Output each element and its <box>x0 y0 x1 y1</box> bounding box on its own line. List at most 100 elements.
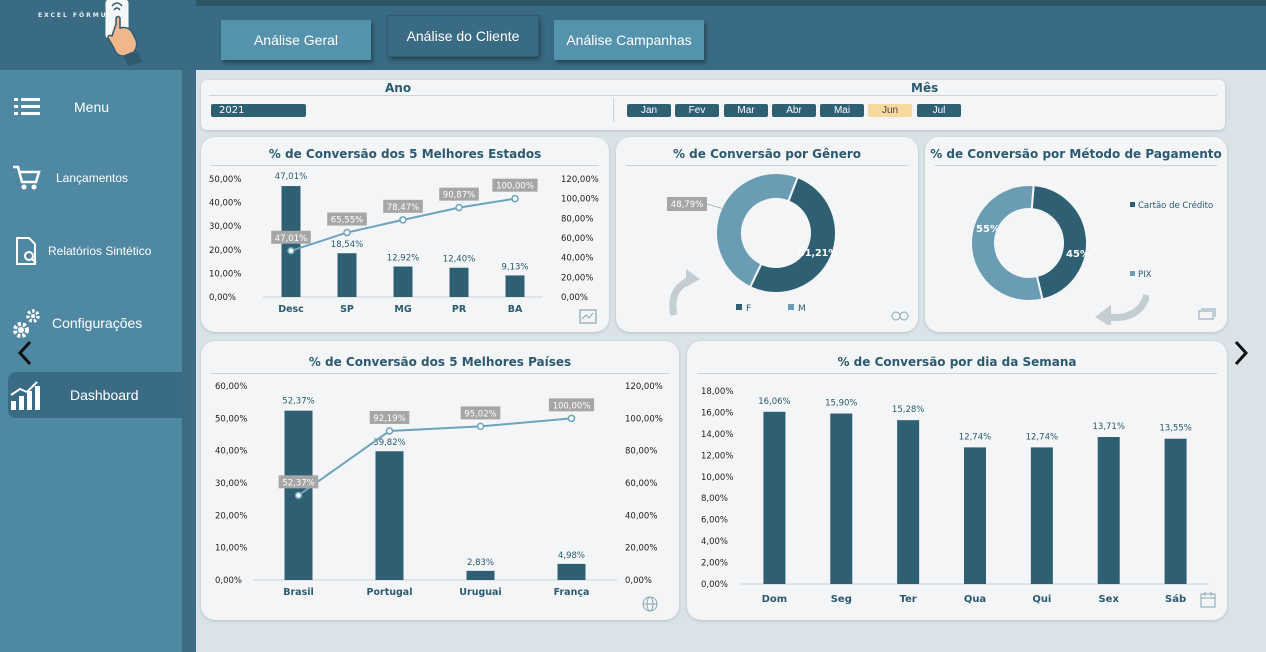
legend-label: Cartão de Crédito <box>1138 200 1213 211</box>
chart-paises: 60,00% 50,00% 40,00% 30,00% 20,00% 10,00% 0,00… <box>215 382 663 598</box>
sidebar-divider <box>182 70 196 652</box>
y-tick-label: 8,00% <box>701 494 728 504</box>
bar-data-label: 12,40% <box>443 255 475 265</box>
tab-analise-cliente[interactable]: Análise do Cliente <box>388 16 538 56</box>
line-point <box>511 194 519 203</box>
bar-data-label: 12,92% <box>387 254 419 264</box>
x-tick-label: Ter <box>900 594 917 605</box>
bar <box>830 413 853 584</box>
x-tick-label: Sex <box>1098 594 1119 605</box>
sidebar-item-relatorios[interactable]: Relatórios Sintético <box>10 228 180 274</box>
slice-data-label: 48,79% <box>671 200 703 210</box>
bar-data-label: 47,01% <box>275 172 307 182</box>
y-tick-label: 10,00% <box>701 473 733 483</box>
tab-analise-geral[interactable]: Análise Geral <box>221 20 371 60</box>
bar <box>1030 447 1053 584</box>
legend-label: PIX <box>1138 270 1152 280</box>
sidebar-item-label: Configurações <box>52 315 143 331</box>
year-filter-2021[interactable]: 2021 <box>211 104 306 117</box>
chart-card-estados: % de Conversão dos 5 Melhores Estados 50… <box>201 137 609 332</box>
bar-data-label: 13,71% <box>1093 422 1125 432</box>
x-tick-label: Qua <box>964 594 986 605</box>
month-mai[interactable]: Mai <box>820 104 864 117</box>
chart-semana: 18,00% 16,00% 14,00% 12,00% 10,00% 8,00% 6,00%… <box>701 387 1209 605</box>
legend-swatch <box>1130 271 1135 276</box>
y-right-tick-label: 60,00% <box>561 234 593 244</box>
y-right-tick-label: 20,00% <box>625 544 657 554</box>
line-point <box>385 427 394 435</box>
month-abr[interactable]: Abr <box>772 104 816 117</box>
money-icon <box>1198 308 1216 320</box>
sidebar-item-label: Menu <box>74 99 110 115</box>
chart-estados: 50,00% 40,00% 30,00% 20,00% 10,00% 0,00% 120,0… <box>209 172 599 315</box>
sidebar-item-label: Relatórios Sintético <box>48 244 152 258</box>
sidebar-item-dashboard[interactable]: Dashboard <box>8 372 182 418</box>
bar <box>557 563 586 580</box>
bar <box>505 275 525 297</box>
sidebar: EXCEL FÓRMULA Menu Lançamentos Relatório… <box>0 0 196 652</box>
y-tick-label: 4,00% <box>701 537 728 547</box>
donut-slice <box>1030 184 1088 301</box>
bar-data-label: 4,98% <box>558 551 585 561</box>
bar-data-label: 16,06% <box>758 397 790 407</box>
next-arrow-icon[interactable] <box>1230 338 1252 368</box>
y-right-tick-label: 80,00% <box>625 447 657 457</box>
map-icon <box>579 309 597 324</box>
sidebar-item-label: Lançamentos <box>56 171 129 185</box>
chart-card-genero: % de Conversão por Gênero 51,21% 48,79% F M <box>616 137 918 332</box>
bar-data-label: 9,13% <box>501 262 528 272</box>
x-tick-label: Uruguai <box>459 587 501 598</box>
month-jul[interactable]: Jul <box>917 104 961 117</box>
bar <box>897 420 920 584</box>
line-point <box>399 216 407 224</box>
curved-arrow-icon <box>669 269 700 316</box>
y-left-tick-label: 50,00% <box>209 175 241 185</box>
y-left-tick-label: 40,00% <box>215 447 247 457</box>
bar-data-label: 12,74% <box>959 432 991 442</box>
line-data-label: 78,47% <box>387 203 419 213</box>
bar <box>393 266 413 297</box>
y-tick-label: 12,00% <box>701 451 733 461</box>
previous-arrow-icon[interactable] <box>14 338 36 368</box>
y-left-tick-label: 30,00% <box>209 222 241 232</box>
menu-icon <box>10 90 44 124</box>
bar <box>763 411 786 584</box>
bar <box>1164 438 1187 584</box>
legend-swatch <box>1130 202 1135 207</box>
chart-genero: 51,21% 48,79% F M <box>667 172 838 314</box>
legend-swatch <box>736 304 742 310</box>
x-tick-label: França <box>554 587 590 598</box>
x-tick-label: Desc <box>278 304 304 315</box>
tab-analise-campanhas[interactable]: Análise Campanhas <box>554 20 704 60</box>
bar-data-label: 15,90% <box>825 399 857 409</box>
x-tick-label: Brasil <box>283 587 314 598</box>
y-left-tick-label: 60,00% <box>215 382 247 392</box>
x-tick-label: PR <box>452 304 467 315</box>
y-tick-label: 16,00% <box>701 408 733 418</box>
month-jun[interactable]: Jun <box>868 104 912 117</box>
y-tick-label: 0,00% <box>701 580 728 590</box>
y-left-tick-label: 30,00% <box>215 479 247 489</box>
bar <box>964 447 986 584</box>
y-left-tick-label: 40,00% <box>209 199 241 209</box>
line-data-label: 90,87% <box>443 191 475 201</box>
x-tick-label: Seg <box>831 594 852 605</box>
chart-card-semana: % de Conversão por dia da Semana 18,00% 1… <box>687 341 1227 620</box>
y-right-tick-label: 80,00% <box>561 214 593 224</box>
line-data-label: 100,00% <box>553 401 591 411</box>
month-jan[interactable]: Jan <box>627 104 671 117</box>
y-right-tick-label: 60,00% <box>625 479 657 489</box>
cart-icon <box>10 161 44 195</box>
month-fev[interactable]: Fev <box>675 104 719 117</box>
y-right-tick-label: 100,00% <box>561 195 599 205</box>
line-point <box>455 203 463 212</box>
bar-data-label: 12,74% <box>1026 432 1058 442</box>
sidebar-item-lancamentos[interactable]: Lançamentos <box>10 155 180 201</box>
year-label: Ano <box>385 81 412 95</box>
sidebar-item-label: Dashboard <box>70 387 139 403</box>
month-mar[interactable]: Mar <box>724 104 768 117</box>
sidebar-item-menu[interactable]: Menu <box>10 84 180 130</box>
chart-pagamento: 45% 55% Cartão de Crédito PIX <box>970 184 1213 302</box>
chart-icon <box>8 378 42 412</box>
bar <box>1097 436 1120 584</box>
